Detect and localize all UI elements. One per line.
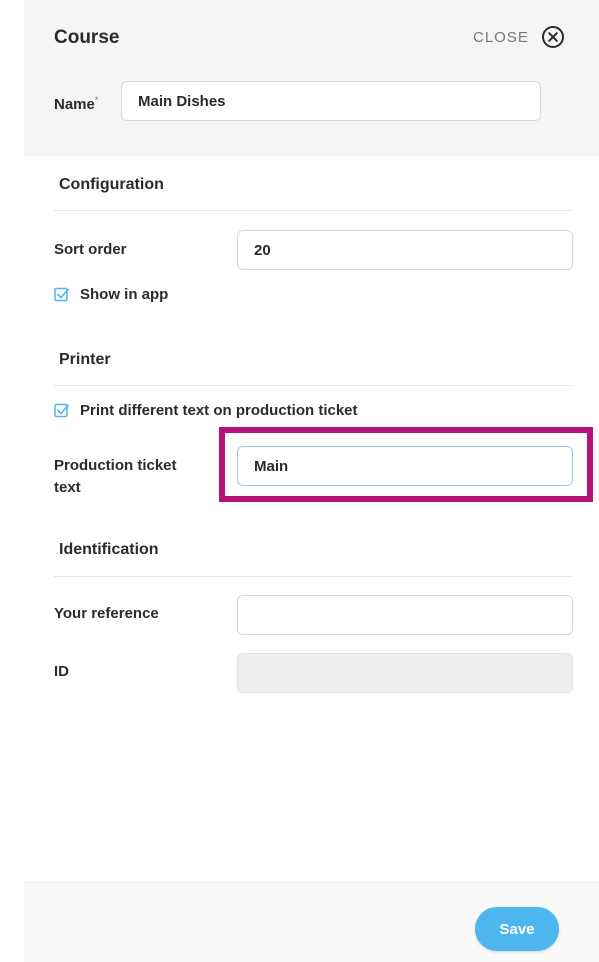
name-label-text: Name xyxy=(54,96,95,113)
checkbox-checked-icon[interactable] xyxy=(54,403,69,418)
print-different-text-checkbox[interactable]: Print different text on production ticke… xyxy=(54,402,358,419)
course-panel: Course CLOSE Name* Configuration Sort or… xyxy=(24,0,599,962)
name-label: Name* xyxy=(54,89,98,116)
close-button[interactable]: CLOSE xyxy=(473,24,565,50)
show-in-app-checkbox[interactable]: Show in app xyxy=(54,286,168,303)
sort-order-input[interactable] xyxy=(237,230,573,270)
production-ticket-text-label-line1: Production ticket xyxy=(54,457,177,474)
configuration-divider xyxy=(54,210,572,211)
sort-order-label: Sort order xyxy=(54,241,127,258)
printer-section-title: Printer xyxy=(59,351,111,368)
checkbox-checked-icon[interactable] xyxy=(54,287,69,302)
production-ticket-text-input[interactable] xyxy=(237,446,573,486)
panel-header: Course CLOSE Name* xyxy=(24,0,599,156)
identification-divider xyxy=(54,576,572,577)
id-label: ID xyxy=(54,663,69,680)
print-different-text-label: Print different text on production ticke… xyxy=(80,402,358,419)
identification-section-title: Identification xyxy=(59,541,159,558)
your-reference-label: Your reference xyxy=(54,605,159,622)
id-input xyxy=(237,653,573,693)
printer-divider xyxy=(54,385,572,386)
your-reference-input[interactable] xyxy=(237,595,573,635)
panel-footer: Save xyxy=(24,882,599,962)
production-ticket-text-label: Production ticket text xyxy=(54,455,177,499)
panel-title: Course xyxy=(54,27,120,48)
production-ticket-text-label-line2: text xyxy=(54,479,81,496)
name-input[interactable] xyxy=(121,81,541,121)
show-in-app-label: Show in app xyxy=(80,286,169,303)
save-button[interactable]: Save xyxy=(475,907,559,951)
close-icon[interactable] xyxy=(541,25,565,49)
configuration-section-title: Configuration xyxy=(59,176,164,193)
close-label: CLOSE xyxy=(473,28,529,46)
required-mark: * xyxy=(94,95,99,105)
